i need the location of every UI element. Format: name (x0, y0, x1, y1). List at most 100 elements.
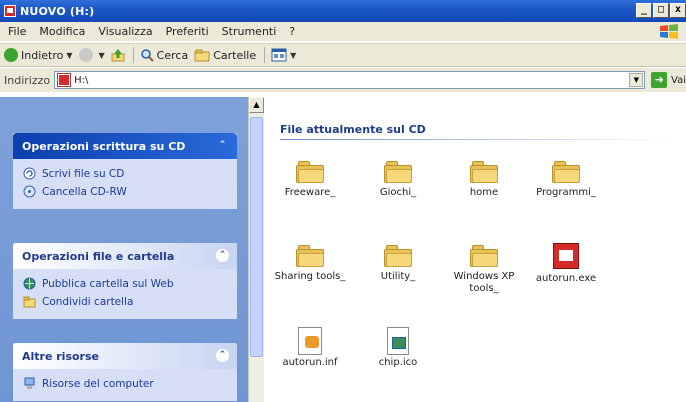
publish-folder-web-link[interactable]: Pubblica cartella sul Web (23, 277, 227, 290)
menu-bar: File Modifica Visualizza Preferiti Strum… (0, 22, 686, 42)
menu-favorites[interactable]: Preferiti (166, 25, 209, 38)
write-cd-icon (23, 167, 36, 180)
other-places-header[interactable]: Altre risorse ⌃ (13, 343, 237, 369)
collapse-chevron-icon[interactable]: ⌃ (216, 349, 229, 362)
folder-item[interactable]: Utility_ (360, 245, 436, 283)
go-arrow-icon[interactable]: ➜ (651, 72, 668, 88)
file-name: autorun.inf (282, 357, 338, 368)
maximize-button[interactable]: □ (653, 3, 669, 18)
cd-tasks-header[interactable]: Operazioni scrittura su CD ⌃ (13, 133, 237, 159)
folder-icon (296, 245, 324, 267)
scroll-thumb[interactable] (250, 117, 263, 357)
address-bar: Indirizzo H:\ ▼ ➜ Vai (0, 68, 686, 92)
section-divider (280, 139, 676, 140)
file-name: home (469, 187, 499, 198)
folder-icon (384, 245, 412, 267)
back-button[interactable]: Indietro ▼ (4, 48, 73, 62)
file-name: Utility_ (380, 271, 416, 282)
folder-item[interactable]: Freeware_ (272, 161, 348, 199)
back-label: Indietro (21, 48, 64, 62)
file-tasks-panel: Operazioni file e cartella ⌃ Pubblica ca… (13, 243, 237, 319)
folder-icon (470, 161, 498, 183)
file-name: Windows XP tools_ (453, 271, 515, 294)
file-item[interactable]: chip.ico (360, 327, 436, 369)
menu-view[interactable]: Visualizza (98, 25, 152, 38)
file-name: Programmi_ (536, 187, 596, 198)
forward-button[interactable]: ▼ (78, 48, 105, 62)
other-places-title: Altre risorse (22, 349, 99, 363)
scroll-up-icon[interactable]: ▲ (249, 97, 264, 113)
minimize-button[interactable]: _ (636, 3, 652, 18)
other-places-body: Risorse del computer (13, 369, 237, 401)
address-label: Indirizzo (4, 73, 51, 87)
address-value: H:\ (74, 74, 89, 86)
share-folder-icon (23, 296, 36, 308)
file-name: chip.ico (378, 357, 418, 368)
menu-help[interactable]: ? (289, 25, 295, 38)
search-button[interactable]: Cerca (140, 48, 189, 62)
file-name: Sharing tools_ (274, 271, 346, 282)
folder-item[interactable]: Programmi_ (528, 161, 604, 199)
write-files-to-cd-link[interactable]: Scrivi file su CD (23, 167, 227, 180)
window-title: NUOVO (H:) (20, 4, 95, 18)
folder-icon (470, 245, 498, 267)
file-name: Freeware_ (284, 187, 336, 198)
file-tasks-title: Operazioni file e cartella (22, 249, 175, 263)
folder-item[interactable]: Giochi_ (360, 161, 436, 199)
collapse-chevron-icon[interactable]: ⌃ (216, 249, 229, 262)
cd-tasks-panel: Operazioni scrittura su CD ⌃ Scrivi file… (13, 133, 237, 209)
address-input[interactable]: H:\ ▼ (54, 71, 646, 89)
erase-cd-label: Cancella CD-RW (42, 185, 127, 198)
image-file-icon (387, 327, 409, 355)
folder-icon (552, 161, 580, 183)
file-tasks-header[interactable]: Operazioni file e cartella ⌃ (13, 243, 237, 269)
erase-cd-icon (23, 185, 36, 198)
write-files-label: Scrivi file su CD (42, 167, 125, 180)
search-icon (140, 49, 154, 62)
menu-edit[interactable]: Modifica (39, 25, 85, 38)
close-button[interactable]: x (670, 3, 686, 18)
share-folder-link[interactable]: Condividi cartella (23, 295, 227, 308)
drive-icon (4, 5, 16, 17)
file-item[interactable]: autorun.inf (272, 327, 348, 369)
collapse-chevron-icon[interactable]: ⌃ (216, 139, 229, 152)
task-pane-scrollbar[interactable]: ▲ (248, 97, 264, 402)
computer-icon (24, 377, 35, 389)
section-title: File attualmente sul CD (280, 123, 426, 136)
chevron-down-icon[interactable]: ▼ (290, 51, 296, 60)
views-button[interactable]: ▼ (271, 48, 296, 62)
folders-label: Cartelle (213, 48, 257, 62)
folders-button[interactable]: Cartelle (194, 48, 256, 62)
up-folder-button[interactable] (111, 48, 125, 62)
erase-cd-rw-link[interactable]: Cancella CD-RW (23, 185, 227, 198)
search-label: Cerca (156, 48, 189, 62)
folder-icon (384, 161, 412, 183)
drive-icon (57, 73, 72, 87)
go-button[interactable]: Vai (671, 75, 686, 86)
chevron-down-icon[interactable]: ▼ (99, 51, 105, 60)
cd-tasks-title: Operazioni scrittura su CD (22, 139, 186, 153)
chevron-down-icon[interactable]: ▼ (629, 73, 644, 87)
task-pane: Operazioni scrittura su CD ⌃ Scrivi file… (0, 97, 248, 402)
chevron-down-icon[interactable]: ▼ (66, 51, 72, 60)
file-item[interactable]: autorun.exe (528, 243, 604, 285)
file-list-area: File attualmente sul CD Freeware_ Giochi… (264, 97, 686, 402)
folder-icon (296, 161, 324, 183)
menu-tools[interactable]: Strumenti (222, 25, 277, 38)
folders-icon (194, 49, 210, 62)
file-name: autorun.exe (535, 273, 597, 284)
share-folder-label: Condividi cartella (42, 295, 134, 308)
toolbar-separator (264, 47, 266, 63)
file-tasks-body: Pubblica cartella sul Web Condividi cart… (13, 269, 237, 319)
other-places-panel: Altre risorse ⌃ Risorse del computer (13, 343, 237, 401)
forward-arrow-icon (78, 48, 93, 62)
my-computer-link[interactable]: Risorse del computer (23, 377, 227, 390)
folder-item[interactable]: Sharing tools_ (272, 245, 348, 283)
menu-file[interactable]: File (8, 25, 26, 38)
cd-tasks-body: Scrivi file su CD Cancella CD-RW (13, 159, 237, 209)
back-arrow-icon (4, 48, 18, 62)
folder-item[interactable]: Windows XP tools_ (446, 245, 522, 295)
application-icon (553, 243, 579, 269)
up-folder-icon (111, 49, 125, 62)
folder-item[interactable]: home (446, 161, 522, 199)
